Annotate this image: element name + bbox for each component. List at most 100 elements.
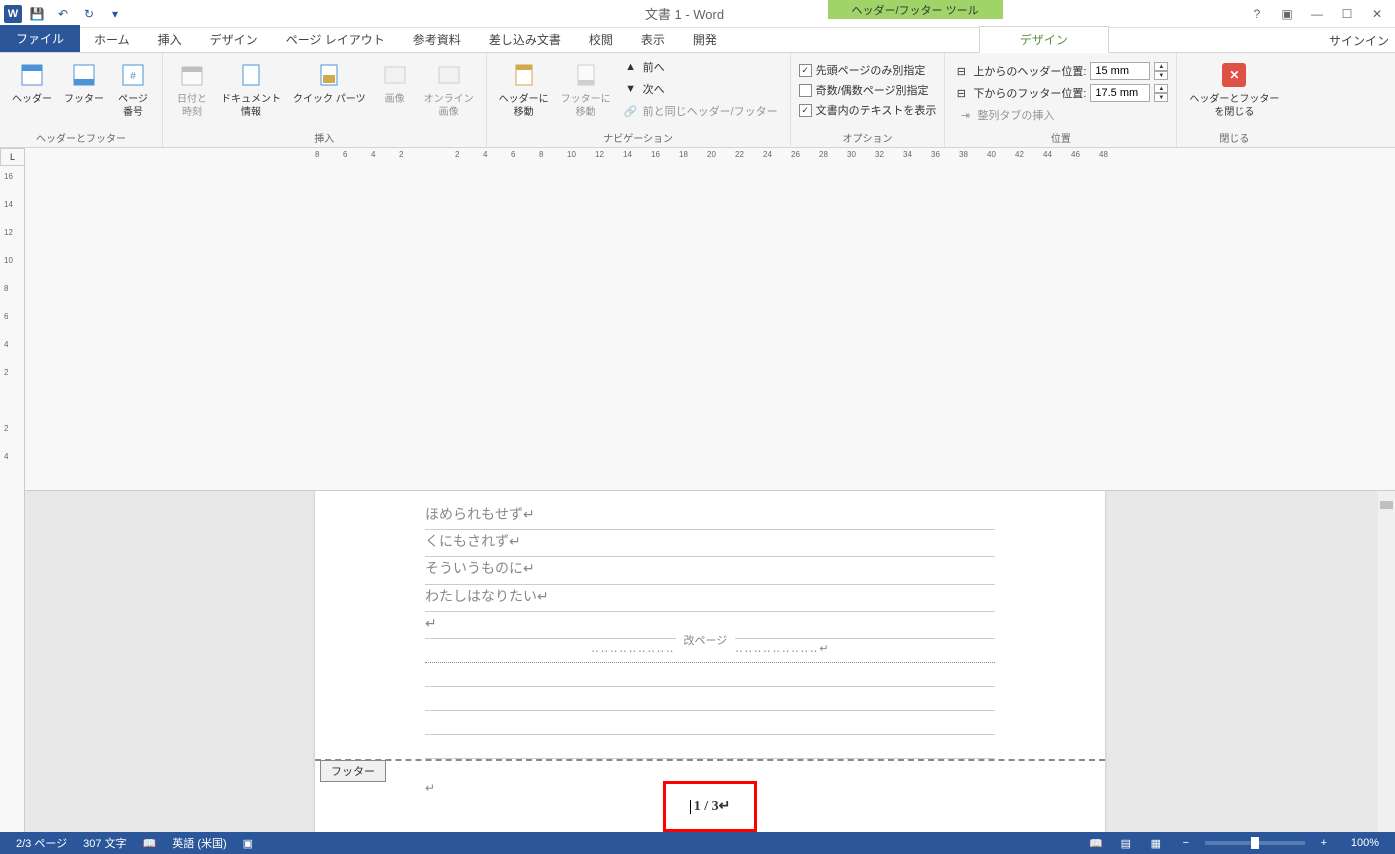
online-pictures-button: オンライン 画像 [420,57,478,121]
undo-icon[interactable]: ↶ [52,3,74,25]
status-words[interactable]: 307 文字 [75,835,134,851]
footer-bottom-input[interactable] [1090,84,1150,102]
page-number-icon: # [117,59,149,91]
page-number-button[interactable]: # ページ 番号 [112,57,154,121]
quick-parts-icon [313,59,345,91]
window-title: 文書 1 - Word [126,4,1243,23]
header-top-input[interactable] [1090,62,1150,80]
text-line [425,735,995,759]
zoom-slider[interactable] [1205,841,1305,845]
text-line [425,711,995,735]
nav-next-button[interactable]: ▼次へ [619,79,782,99]
help-icon[interactable]: ? [1243,3,1271,25]
horizontal-ruler[interactable]: 8642246810121416182022242628303234363840… [25,148,1395,491]
align-tab-icon: ⇥ [957,107,973,123]
qat-customize-icon[interactable]: ▾ [104,3,126,25]
doc-info-button[interactable]: ドキュメント 情報 [217,57,285,121]
maximize-icon[interactable]: ☐ [1333,3,1361,25]
group-navigation: ヘッダーに 移動 フッターに 移動 ▲前へ ▼次へ 🔗前と同じヘッダー/フッター… [487,53,791,147]
close-x-icon: ✕ [1222,63,1246,87]
ruler-corner: L [0,148,25,166]
read-mode-icon[interactable]: 📖 [1085,834,1107,852]
status-language[interactable]: 英語 (米国) [164,835,234,851]
svg-text:#: # [130,71,136,82]
zoom-out-icon[interactable]: − [1175,834,1197,852]
ribbon-tabs: ファイル ホーム 挿入 デザイン ページ レイアウト 参考資料 差し込み文書 校… [0,28,1395,53]
quick-parts-button[interactable]: クイック パーツ [289,57,370,108]
first-page-checkbox[interactable]: ✓先頭ページのみ別指定 [799,61,937,79]
web-layout-icon[interactable]: ▦ [1145,834,1167,852]
next-icon: ▼ [623,81,639,97]
tab-references[interactable]: 参考資料 [399,27,475,52]
group-position: ⊟ 上からのヘッダー位置: ▲▼ ⊟ 下からのフッター位置: ▲▼ ⇥整列タブの… [945,53,1177,147]
link-prev-button: 🔗前と同じヘッダー/フッター [619,101,782,121]
minimize-icon[interactable]: — [1303,3,1331,25]
goto-footer-button: フッターに 移動 [557,57,615,121]
title-bar: W 💾 ↶ ↻ ▾ 文書 1 - Word ヘッダー/フッター ツール ? ▣ … [0,0,1395,28]
contextual-tab-label: ヘッダー/フッター ツール [828,0,1003,19]
zoom-in-icon[interactable]: + [1313,834,1335,852]
footer-icon [68,59,100,91]
goto-footer-icon [570,59,602,91]
link-icon: 🔗 [623,103,639,119]
tab-file[interactable]: ファイル [0,25,80,52]
show-text-checkbox[interactable]: ✓文書内のテキストを表示 [799,101,937,119]
prev-icon: ▲ [623,59,639,75]
ribbon: ヘッダー フッター # ページ 番号 ヘッダーとフッター 日付と 時刻 ドキュメ… [0,53,1395,148]
redo-icon[interactable]: ↻ [78,3,100,25]
footer-bottom-down[interactable]: ▼ [1154,93,1168,102]
macro-icon[interactable]: ▣ [235,837,261,850]
paragraph-mark: ↵ [425,781,435,795]
save-icon[interactable]: 💾 [26,3,48,25]
signin-link[interactable]: サインイン [1329,32,1389,49]
header-top-up[interactable]: ▲ [1154,62,1168,71]
word-app-icon: W [4,5,22,23]
goto-header-icon [508,59,540,91]
zoom-level[interactable]: 100% [1343,837,1387,849]
goto-header-button[interactable]: ヘッダーに 移動 [495,57,553,121]
text-line [425,663,995,687]
header-position-icon: ⊟ [953,63,969,79]
header-icon [16,59,48,91]
footer-area[interactable]: ↵ 1 / 3↵ [315,761,1105,832]
page-break: ‥‥‥‥‥‥‥‥‥改ページ‥‥‥‥‥‥‥‥‥↵ [425,639,995,663]
odd-even-checkbox[interactable]: 奇数/偶数ページ別指定 [799,81,937,99]
align-tab-button: ⇥整列タブの挿入 [953,105,1168,125]
tab-review[interactable]: 校閲 [575,27,627,52]
page-number-field[interactable]: 1 / 3↵ [663,781,758,832]
text-line: そういうものに↵ [425,557,995,584]
tab-design[interactable]: デザイン [196,27,272,52]
header-top-down[interactable]: ▼ [1154,71,1168,80]
header-button[interactable]: ヘッダー [8,57,56,108]
date-time-button: 日付と 時刻 [171,57,213,121]
group-header-footer: ヘッダー フッター # ページ 番号 ヘッダーとフッター [0,53,163,147]
close-icon[interactable]: ✕ [1363,3,1391,25]
status-bar: 2/3 ページ 307 文字 📖 英語 (米国) ▣ 📖 ▤ ▦ − + 100… [0,832,1395,854]
print-layout-icon[interactable]: ▤ [1115,834,1137,852]
tab-home[interactable]: ホーム [80,27,144,52]
group-options: ✓先頭ページのみ別指定 奇数/偶数ページ別指定 ✓文書内のテキストを表示 オプシ… [791,53,946,147]
footer-position-icon: ⊟ [953,85,969,101]
text-line [425,687,995,711]
calendar-icon [176,59,208,91]
vertical-scrollbar[interactable] [1378,491,1395,833]
status-page[interactable]: 2/3 ページ [8,835,75,851]
footer-bottom-up[interactable]: ▲ [1154,84,1168,93]
ribbon-options-icon[interactable]: ▣ [1273,3,1301,25]
text-line: わたしはなりたい↵ [425,585,995,612]
tab-view[interactable]: 表示 [627,27,679,52]
document-canvas[interactable]: ほめられもせず↵ くにもされず↵ そういうものに↵ わたしはなりたい↵ ↵ ‥‥… [25,491,1395,833]
tab-developer[interactable]: 開発 [679,27,731,52]
tab-insert[interactable]: 挿入 [144,27,196,52]
online-pictures-icon [433,59,465,91]
footer-button[interactable]: フッター [60,57,108,108]
close-hf-button[interactable]: ✕ ヘッダーとフッター を閉じる [1185,57,1283,121]
spellcheck-icon[interactable]: 📖 [135,837,165,850]
nav-prev-button[interactable]: ▲前へ [619,57,782,77]
group-close: ✕ ヘッダーとフッター を閉じる 閉じる [1177,53,1291,147]
tab-page-layout[interactable]: ページ レイアウト [272,27,399,52]
tab-mailings[interactable]: 差し込み文書 [475,27,575,52]
tab-hf-design[interactable]: デザイン [979,26,1109,53]
page-1: ほめられもせず↵ くにもされず↵ そういうものに↵ わたしはなりたい↵ ↵ ‥‥… [315,491,1105,833]
vertical-ruler[interactable]: 16141210864224 [0,166,25,832]
